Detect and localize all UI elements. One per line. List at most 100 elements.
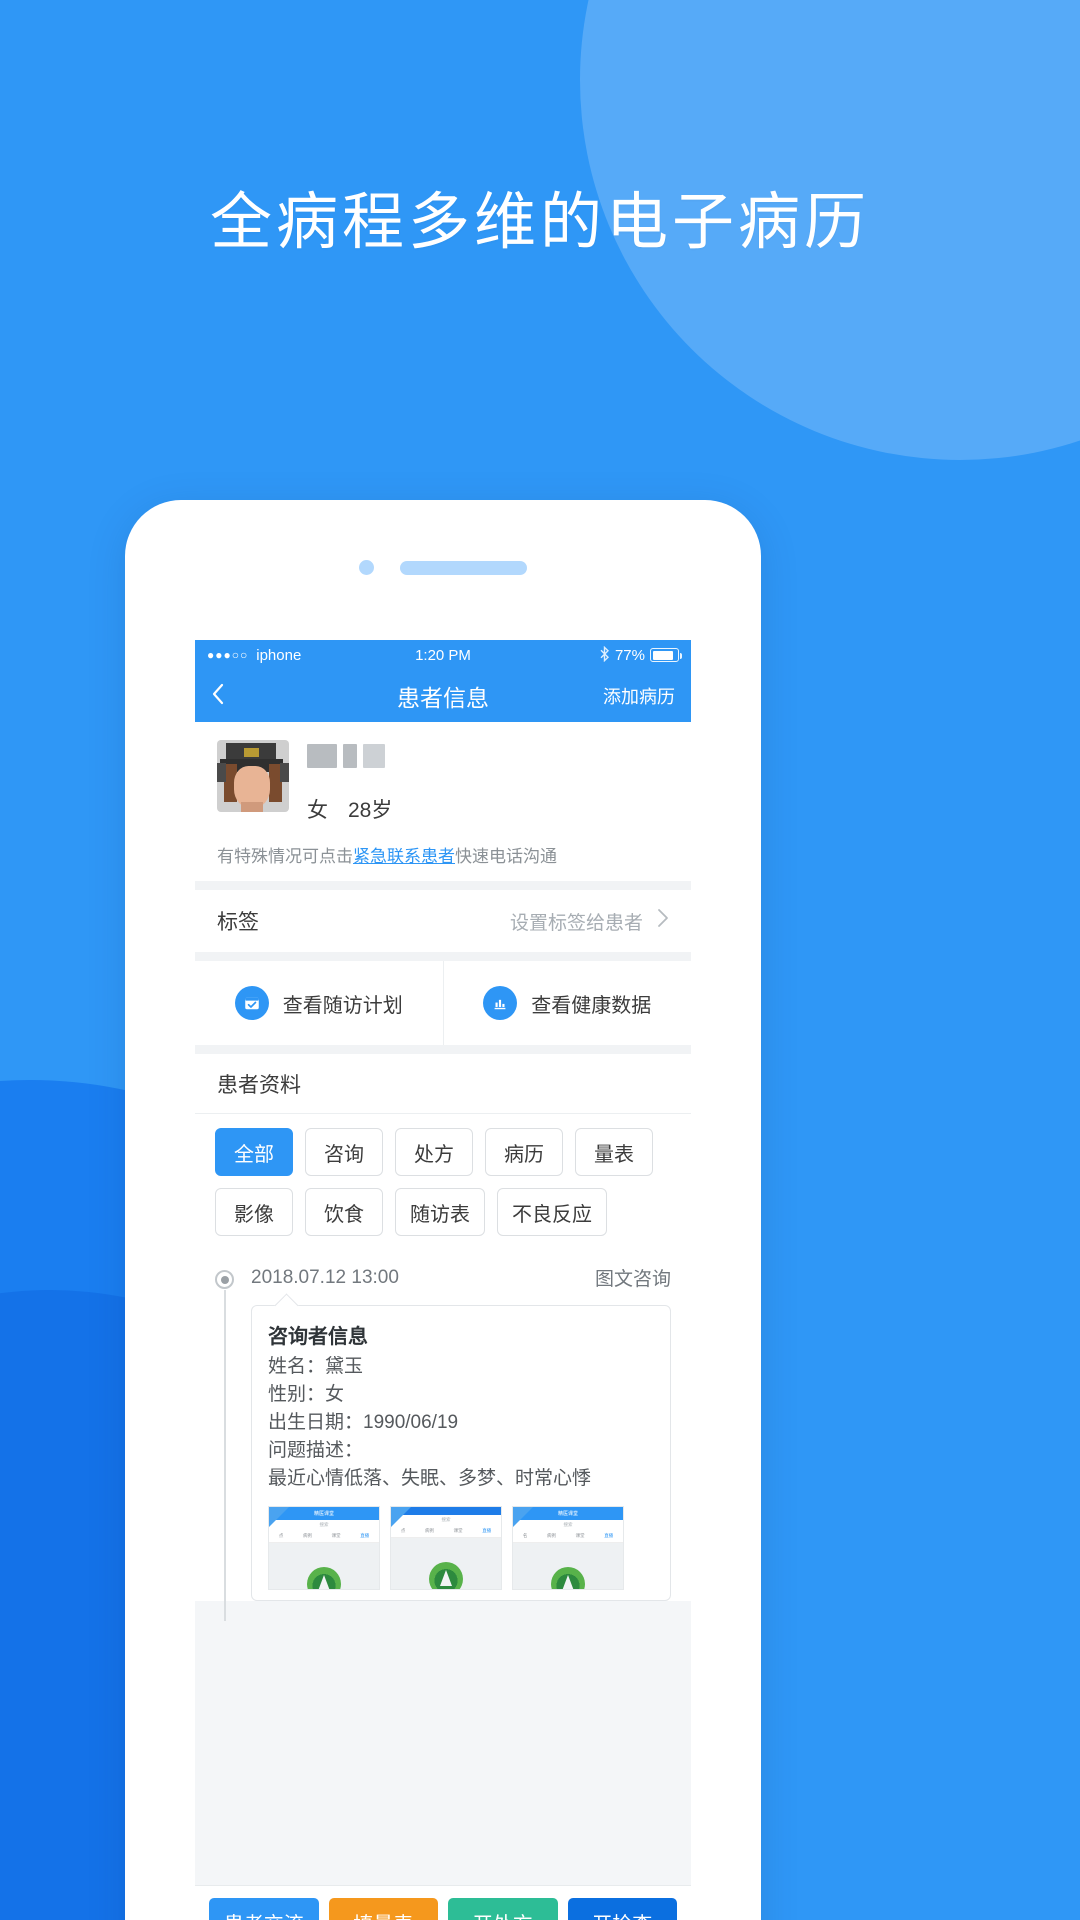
filter-chip-row-1: 全部 咨询 处方 病历 量表 xyxy=(215,1128,671,1176)
thumb-header-label: 精医课堂 xyxy=(313,1510,334,1517)
earpiece-speaker xyxy=(400,560,527,575)
quick-actions-row: 查看随访计划 查看健康数据 xyxy=(195,961,691,1045)
patient-header-card: 女 28岁 有特殊情况可点击紧急联系患者快速电话沟通 xyxy=(195,722,691,881)
emergency-suffix-text: 快速电话沟通 xyxy=(455,847,557,866)
chevron-right-icon xyxy=(657,908,669,934)
consultation-field-problem-label: 问题描述： xyxy=(268,1440,364,1462)
consultation-card-title: 咨询者信息 xyxy=(268,1326,368,1348)
thumb-tab: 课堂 xyxy=(575,1533,585,1539)
clinic-logo-icon xyxy=(429,1561,463,1589)
section-divider-3 xyxy=(195,1045,691,1054)
patient-data-section-title: 患者资料 xyxy=(195,1054,691,1114)
filter-chip-adverse-reaction[interactable]: 不良反应 xyxy=(497,1188,607,1236)
ribbon-icon xyxy=(391,1506,411,1527)
emergency-contact-link[interactable]: 紧急联系患者 xyxy=(353,847,455,866)
patient-meta: 女 28岁 xyxy=(307,740,392,824)
patient-age: 28岁 xyxy=(348,799,393,822)
patient-name-redacted xyxy=(307,744,392,768)
thumb-tab: 课堂 xyxy=(453,1528,463,1534)
patient-demographics: 女 28岁 xyxy=(307,794,392,824)
battery-percent-label: 77% xyxy=(614,646,645,664)
thumb-tab: 课堂 xyxy=(331,1533,341,1539)
back-button[interactable] xyxy=(211,682,251,710)
filter-chip-followup-form[interactable]: 随访表 xyxy=(395,1188,485,1236)
thumb-tab: 病例 xyxy=(302,1533,312,1539)
thumb-tab-selected: 直播 xyxy=(482,1528,492,1534)
emergency-contact-hint: 有特殊情况可点击紧急联系患者快速电话沟通 xyxy=(217,842,669,867)
filter-chip-scale[interactable]: 量表 xyxy=(575,1128,653,1176)
thumb-search-label: 搜索 xyxy=(319,1522,329,1528)
calendar-check-icon xyxy=(234,986,269,1020)
clinic-logo-icon xyxy=(307,1566,341,1589)
order-exam-button[interactable]: 开检查 xyxy=(567,1898,677,1920)
section-divider-2 xyxy=(195,952,691,961)
bottom-action-bar: 患者交流 填量表 开处方 开检查 xyxy=(195,1885,691,1920)
phone-mockup: ●●●○○ iphone 1:20 PM 77% 患者信息 添加病历 女 28岁… xyxy=(125,500,761,1920)
ribbon-icon xyxy=(513,1506,533,1527)
attachment-thumbnail[interactable]: 精医课堂 搜索 点 病例 课堂 直播 xyxy=(268,1505,380,1590)
add-medical-record-button[interactable]: 添加病历 xyxy=(603,683,675,709)
section-divider xyxy=(195,881,691,890)
clinic-logo-icon xyxy=(551,1566,585,1589)
signal-strength-icon: ●●●○○ xyxy=(207,648,249,662)
quick-action-followup-label: 查看随访计划 xyxy=(282,994,403,1017)
filter-chip-consult[interactable]: 咨询 xyxy=(305,1128,383,1176)
quick-action-followup-plan[interactable]: 查看随访计划 xyxy=(195,961,443,1045)
front-camera-icon xyxy=(359,560,374,575)
status-bar-time: 1:20 PM xyxy=(415,646,471,664)
filter-chip-diet[interactable]: 饮食 xyxy=(305,1188,383,1236)
thumb-tab: 点 xyxy=(400,1528,406,1534)
consultation-field-birthdate: 出生日期：1990/06/19 xyxy=(268,1412,459,1434)
timeline-entry-type: 图文咨询 xyxy=(594,1269,671,1290)
filter-chip-all[interactable]: 全部 xyxy=(215,1128,293,1176)
filter-chip-imaging[interactable]: 影像 xyxy=(215,1188,293,1236)
ribbon-icon xyxy=(269,1506,289,1527)
timeline-dot-icon xyxy=(215,1270,234,1289)
tag-row[interactable]: 标签 设置标签给患者 xyxy=(195,890,691,952)
thumb-tab-selected: 直播 xyxy=(360,1533,370,1539)
emergency-prefix-text: 有特殊情况可点击 xyxy=(217,847,353,866)
attachment-thumbnail[interactable]: 搜索 点 病例 课堂 直播 xyxy=(390,1505,502,1590)
patient-identity-row: 女 28岁 xyxy=(217,740,669,824)
carrier-label: iphone xyxy=(256,646,302,664)
phone-top-hardware xyxy=(125,560,761,575)
thumb-tab: 病例 xyxy=(424,1528,434,1534)
thumb-tab: 点 xyxy=(278,1533,284,1539)
timeline-entry-header: 2018.07.12 13:00 图文咨询 xyxy=(251,1264,671,1291)
nav-bar: 患者信息 添加病历 xyxy=(195,670,691,722)
timeline-entry[interactable]: 2018.07.12 13:00 图文咨询 咨询者信息 姓名：黛玉 性别：女 出… xyxy=(215,1264,671,1621)
phone-screen: ●●●○○ iphone 1:20 PM 77% 患者信息 添加病历 女 28岁… xyxy=(195,640,691,1920)
thumb-tab: 病例 xyxy=(546,1533,556,1539)
tag-row-value: 设置标签给患者 xyxy=(509,912,643,934)
thumb-search-label: 搜索 xyxy=(563,1522,573,1528)
attachment-thumbnail[interactable]: 精医课堂 搜索 名 病例 课堂 直播 xyxy=(512,1505,624,1590)
records-timeline: 2018.07.12 13:00 图文咨询 咨询者信息 姓名：黛玉 性别：女 出… xyxy=(195,1258,691,1621)
status-bar-left: ●●●○○ iphone xyxy=(207,647,415,664)
avatar xyxy=(217,740,289,812)
tag-row-label: 标签 xyxy=(217,911,259,934)
status-bar-right: 77% xyxy=(471,645,682,665)
patient-gender: 女 xyxy=(307,799,328,822)
timeline-entry-date: 2018.07.12 13:00 xyxy=(251,1266,399,1288)
bar-chart-icon xyxy=(483,986,518,1020)
thumb-tab: 名 xyxy=(522,1533,528,1539)
consultation-card[interactable]: 咨询者信息 姓名：黛玉 性别：女 出生日期：1990/06/19 问题描述： 最… xyxy=(251,1305,671,1601)
timeline-connector-line xyxy=(224,1290,226,1621)
bluetooth-icon xyxy=(599,645,610,665)
filter-chip-prescription[interactable]: 处方 xyxy=(395,1128,473,1176)
quick-action-health-data[interactable]: 查看健康数据 xyxy=(442,961,692,1045)
write-prescription-button[interactable]: 开处方 xyxy=(448,1898,558,1920)
battery-icon xyxy=(650,648,682,662)
consultation-field-gender: 性别：女 xyxy=(268,1384,345,1406)
patient-chat-button[interactable]: 患者交流 xyxy=(209,1898,319,1920)
status-bar: ●●●○○ iphone 1:20 PM 77% xyxy=(195,640,691,670)
thumb-search-label: 搜索 xyxy=(441,1517,451,1523)
thumb-header-label: 精医课堂 xyxy=(557,1510,578,1517)
quick-action-health-label: 查看健康数据 xyxy=(531,994,652,1017)
filter-chips: 全部 咨询 处方 病历 量表 影像 饮食 随访表 不良反应 xyxy=(195,1114,691,1258)
thumb-tab-selected: 直播 xyxy=(604,1533,614,1539)
filter-chip-record[interactable]: 病历 xyxy=(485,1128,563,1176)
fill-scale-button[interactable]: 填量表 xyxy=(328,1898,438,1920)
hero-headline: 全病程多维的电子病历 xyxy=(209,188,870,257)
consultation-attachments: 精医课堂 搜索 点 病例 课堂 直播 搜索 点 病例 课堂 直播 精医课堂 搜索… xyxy=(268,1505,654,1590)
